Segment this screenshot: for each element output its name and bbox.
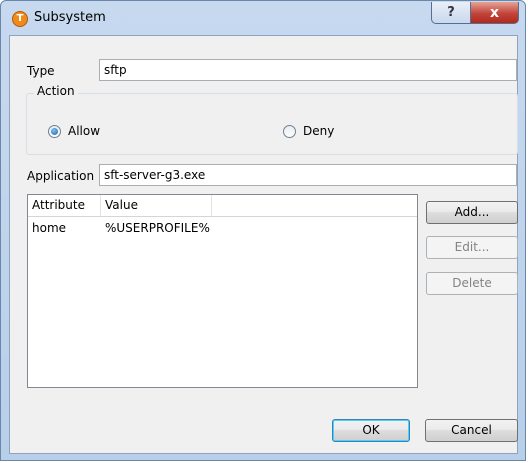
column-header-attribute[interactable]: Attribute [28,195,101,216]
edit-button[interactable]: Edit... [426,236,518,259]
help-icon: ? [447,5,455,20]
application-input[interactable]: sft-server-g3.exe [99,164,517,186]
action-group-title: Action [34,84,78,98]
allow-radio[interactable] [48,125,61,138]
ok-button[interactable]: OK [332,419,410,442]
table-row[interactable]: home %USERPROFILE% [28,219,417,237]
type-input[interactable]: sftp [99,59,517,81]
cell-attribute: home [32,221,67,235]
column-header-value[interactable]: Value [101,195,212,216]
cell-value: %USERPROFILE% [105,221,210,235]
close-button[interactable]: x [470,2,519,24]
delete-button[interactable]: Delete [426,272,518,295]
type-label: Type [27,64,55,78]
window-title: Subsystem [34,10,106,25]
title-bar[interactable]: T Subsystem ? x [1,1,525,35]
table-header: Attribute Value [28,195,417,217]
deny-radio-label: Deny [303,124,335,138]
allow-radio-label: Allow [68,124,101,138]
app-logo-icon: T [12,11,28,27]
add-button[interactable]: Add... [426,201,518,224]
attributes-table[interactable]: Attribute Value home %USERPROFILE% [27,194,418,388]
application-label: Application [27,169,95,183]
close-icon: x [489,4,500,21]
help-button[interactable]: ? [431,2,471,24]
dialog-window: T Subsystem ? x Type sftp Action Allow D… [0,0,526,461]
cancel-button[interactable]: Cancel [425,419,518,442]
deny-radio[interactable] [283,125,296,138]
